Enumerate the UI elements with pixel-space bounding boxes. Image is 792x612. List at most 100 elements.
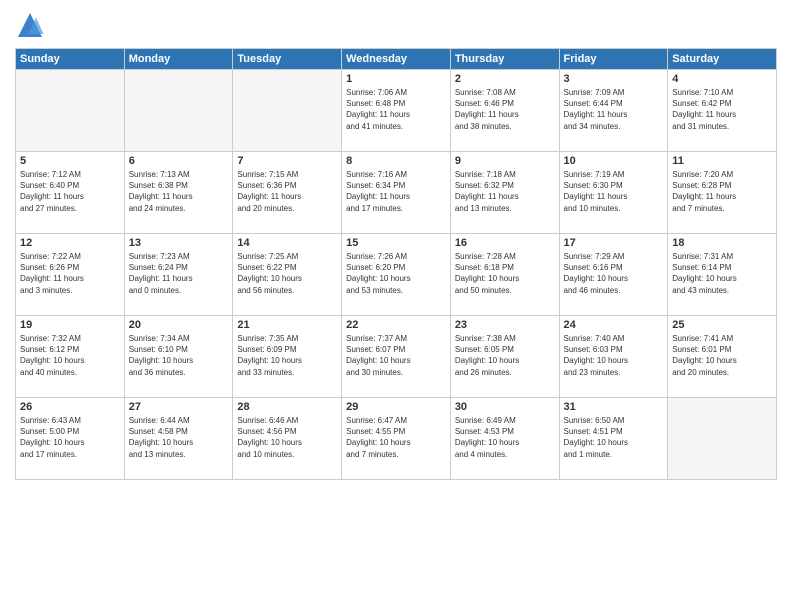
- logo: [15, 10, 49, 40]
- day-number: 4: [672, 73, 772, 85]
- day-cell-21: 21 Sunrise: 7:35 AM Sunset: 6:09 PM Dayli…: [233, 316, 342, 398]
- day-info: Sunrise: 7:15 AM Sunset: 6:36 PM Dayligh…: [237, 169, 337, 214]
- weekday-thursday: Thursday: [450, 49, 559, 70]
- day-cell-29: 29 Sunrise: 6:47 AM Sunset: 4:55 PM Dayli…: [342, 398, 451, 480]
- day-number: 26: [20, 401, 120, 413]
- day-info: Sunrise: 7:28 AM Sunset: 6:18 PM Dayligh…: [455, 251, 555, 296]
- day-cell-17: 17 Sunrise: 7:29 AM Sunset: 6:16 PM Dayli…: [559, 234, 668, 316]
- week-row-3: 19Sunrise: 7:32 AM Sunset: 6:12 PM Dayli…: [16, 316, 777, 398]
- day-info: Sunrise: 7:41 AM Sunset: 6:01 PM Dayligh…: [672, 333, 772, 378]
- weekday-header-row: SundayMondayTuesdayWednesdayThursdayFrid…: [16, 49, 777, 70]
- day-cell-30: 30 Sunrise: 6:49 AM Sunset: 4:53 PM Dayli…: [450, 398, 559, 480]
- weekday-monday: Monday: [124, 49, 233, 70]
- logo-icon: [15, 10, 45, 40]
- day-number: 15: [346, 237, 446, 249]
- day-info: Sunrise: 6:47 AM Sunset: 4:55 PM Dayligh…: [346, 415, 446, 460]
- day-cell-12: 12Sunrise: 7:22 AM Sunset: 6:26 PM Dayli…: [16, 234, 125, 316]
- weekday-saturday: Saturday: [668, 49, 777, 70]
- day-cell-25: 25 Sunrise: 7:41 AM Sunset: 6:01 PM Dayli…: [668, 316, 777, 398]
- day-info: Sunrise: 7:20 AM Sunset: 6:28 PM Dayligh…: [672, 169, 772, 214]
- day-info: Sunrise: 7:23 AM Sunset: 6:24 PM Dayligh…: [129, 251, 229, 296]
- day-info: Sunrise: 7:40 AM Sunset: 6:03 PM Dayligh…: [564, 333, 664, 378]
- day-number: 22: [346, 319, 446, 331]
- day-cell-24: 24 Sunrise: 7:40 AM Sunset: 6:03 PM Dayli…: [559, 316, 668, 398]
- day-number: 30: [455, 401, 555, 413]
- day-number: 14: [237, 237, 337, 249]
- day-cell-27: 27Sunrise: 6:44 AM Sunset: 4:58 PM Dayli…: [124, 398, 233, 480]
- day-info: Sunrise: 7:10 AM Sunset: 6:42 PM Dayligh…: [672, 87, 772, 132]
- day-info: Sunrise: 7:13 AM Sunset: 6:38 PM Dayligh…: [129, 169, 229, 214]
- day-number: 9: [455, 155, 555, 167]
- weekday-wednesday: Wednesday: [342, 49, 451, 70]
- day-number: 3: [564, 73, 664, 85]
- day-cell-10: 10 Sunrise: 7:19 AM Sunset: 6:30 PM Dayli…: [559, 152, 668, 234]
- day-number: 16: [455, 237, 555, 249]
- weekday-tuesday: Tuesday: [233, 49, 342, 70]
- day-cell-28: 28 Sunrise: 6:46 AM Sunset: 4:56 PM Dayli…: [233, 398, 342, 480]
- day-cell-15: 15 Sunrise: 7:26 AM Sunset: 6:20 PM Dayli…: [342, 234, 451, 316]
- day-cell-16: 16 Sunrise: 7:28 AM Sunset: 6:18 PM Dayli…: [450, 234, 559, 316]
- day-number: 17: [564, 237, 664, 249]
- day-info: Sunrise: 6:50 AM Sunset: 4:51 PM Dayligh…: [564, 415, 664, 460]
- day-number: 19: [20, 319, 120, 331]
- day-number: 11: [672, 155, 772, 167]
- day-number: 5: [20, 155, 120, 167]
- day-number: 2: [455, 73, 555, 85]
- day-info: Sunrise: 7:09 AM Sunset: 6:44 PM Dayligh…: [564, 87, 664, 132]
- day-cell-26: 26 Sunrise: 6:43 AM Sunset: 5:00 PM Dayli…: [16, 398, 125, 480]
- empty-cell: [16, 70, 125, 152]
- week-row-1: 5 Sunrise: 7:12 AM Sunset: 6:40 PM Daylig…: [16, 152, 777, 234]
- day-info: Sunrise: 7:08 AM Sunset: 6:46 PM Dayligh…: [455, 87, 555, 132]
- week-row-0: 1Sunrise: 7:06 AM Sunset: 6:48 PM Daylig…: [16, 70, 777, 152]
- day-info: Sunrise: 7:26 AM Sunset: 6:20 PM Dayligh…: [346, 251, 446, 296]
- day-cell-20: 20 Sunrise: 7:34 AM Sunset: 6:10 PM Dayli…: [124, 316, 233, 398]
- day-info: Sunrise: 7:25 AM Sunset: 6:22 PM Dayligh…: [237, 251, 337, 296]
- day-info: Sunrise: 7:22 AM Sunset: 6:26 PM Dayligh…: [20, 251, 120, 296]
- day-cell-18: 18Sunrise: 7:31 AM Sunset: 6:14 PM Dayli…: [668, 234, 777, 316]
- day-info: Sunrise: 6:46 AM Sunset: 4:56 PM Dayligh…: [237, 415, 337, 460]
- day-info: Sunrise: 7:12 AM Sunset: 6:40 PM Dayligh…: [20, 169, 120, 214]
- day-info: Sunrise: 7:16 AM Sunset: 6:34 PM Dayligh…: [346, 169, 446, 214]
- day-number: 21: [237, 319, 337, 331]
- day-info: Sunrise: 6:49 AM Sunset: 4:53 PM Dayligh…: [455, 415, 555, 460]
- day-number: 18: [672, 237, 772, 249]
- day-number: 23: [455, 319, 555, 331]
- day-cell-8: 8 Sunrise: 7:16 AM Sunset: 6:34 PM Daylig…: [342, 152, 451, 234]
- empty-cell: [668, 398, 777, 480]
- day-number: 28: [237, 401, 337, 413]
- day-cell-2: 2 Sunrise: 7:08 AM Sunset: 6:46 PM Daylig…: [450, 70, 559, 152]
- day-info: Sunrise: 6:43 AM Sunset: 5:00 PM Dayligh…: [20, 415, 120, 460]
- day-info: Sunrise: 7:19 AM Sunset: 6:30 PM Dayligh…: [564, 169, 664, 214]
- day-cell-14: 14 Sunrise: 7:25 AM Sunset: 6:22 PM Dayli…: [233, 234, 342, 316]
- day-info: Sunrise: 7:37 AM Sunset: 6:07 PM Dayligh…: [346, 333, 446, 378]
- day-number: 6: [129, 155, 229, 167]
- day-info: Sunrise: 7:29 AM Sunset: 6:16 PM Dayligh…: [564, 251, 664, 296]
- day-cell-31: 31 Sunrise: 6:50 AM Sunset: 4:51 PM Dayli…: [559, 398, 668, 480]
- day-number: 7: [237, 155, 337, 167]
- day-number: 25: [672, 319, 772, 331]
- week-row-4: 26 Sunrise: 6:43 AM Sunset: 5:00 PM Dayli…: [16, 398, 777, 480]
- day-number: 29: [346, 401, 446, 413]
- day-info: Sunrise: 7:38 AM Sunset: 6:05 PM Dayligh…: [455, 333, 555, 378]
- day-cell-7: 7 Sunrise: 7:15 AM Sunset: 6:36 PM Daylig…: [233, 152, 342, 234]
- day-info: Sunrise: 7:18 AM Sunset: 6:32 PM Dayligh…: [455, 169, 555, 214]
- day-cell-22: 22 Sunrise: 7:37 AM Sunset: 6:07 PM Dayli…: [342, 316, 451, 398]
- day-number: 27: [129, 401, 229, 413]
- day-number: 24: [564, 319, 664, 331]
- day-info: Sunrise: 7:34 AM Sunset: 6:10 PM Dayligh…: [129, 333, 229, 378]
- day-cell-1: 1Sunrise: 7:06 AM Sunset: 6:48 PM Daylig…: [342, 70, 451, 152]
- day-cell-4: 4 Sunrise: 7:10 AM Sunset: 6:42 PM Daylig…: [668, 70, 777, 152]
- day-number: 13: [129, 237, 229, 249]
- day-number: 31: [564, 401, 664, 413]
- day-info: Sunrise: 7:35 AM Sunset: 6:09 PM Dayligh…: [237, 333, 337, 378]
- day-number: 20: [129, 319, 229, 331]
- day-number: 10: [564, 155, 664, 167]
- day-cell-9: 9 Sunrise: 7:18 AM Sunset: 6:32 PM Daylig…: [450, 152, 559, 234]
- day-cell-5: 5 Sunrise: 7:12 AM Sunset: 6:40 PM Daylig…: [16, 152, 125, 234]
- calendar-table: SundayMondayTuesdayWednesdayThursdayFrid…: [15, 48, 777, 480]
- week-row-2: 12Sunrise: 7:22 AM Sunset: 6:26 PM Dayli…: [16, 234, 777, 316]
- day-cell-23: 23 Sunrise: 7:38 AM Sunset: 6:05 PM Dayli…: [450, 316, 559, 398]
- day-cell-19: 19Sunrise: 7:32 AM Sunset: 6:12 PM Dayli…: [16, 316, 125, 398]
- day-number: 8: [346, 155, 446, 167]
- header: [15, 10, 777, 40]
